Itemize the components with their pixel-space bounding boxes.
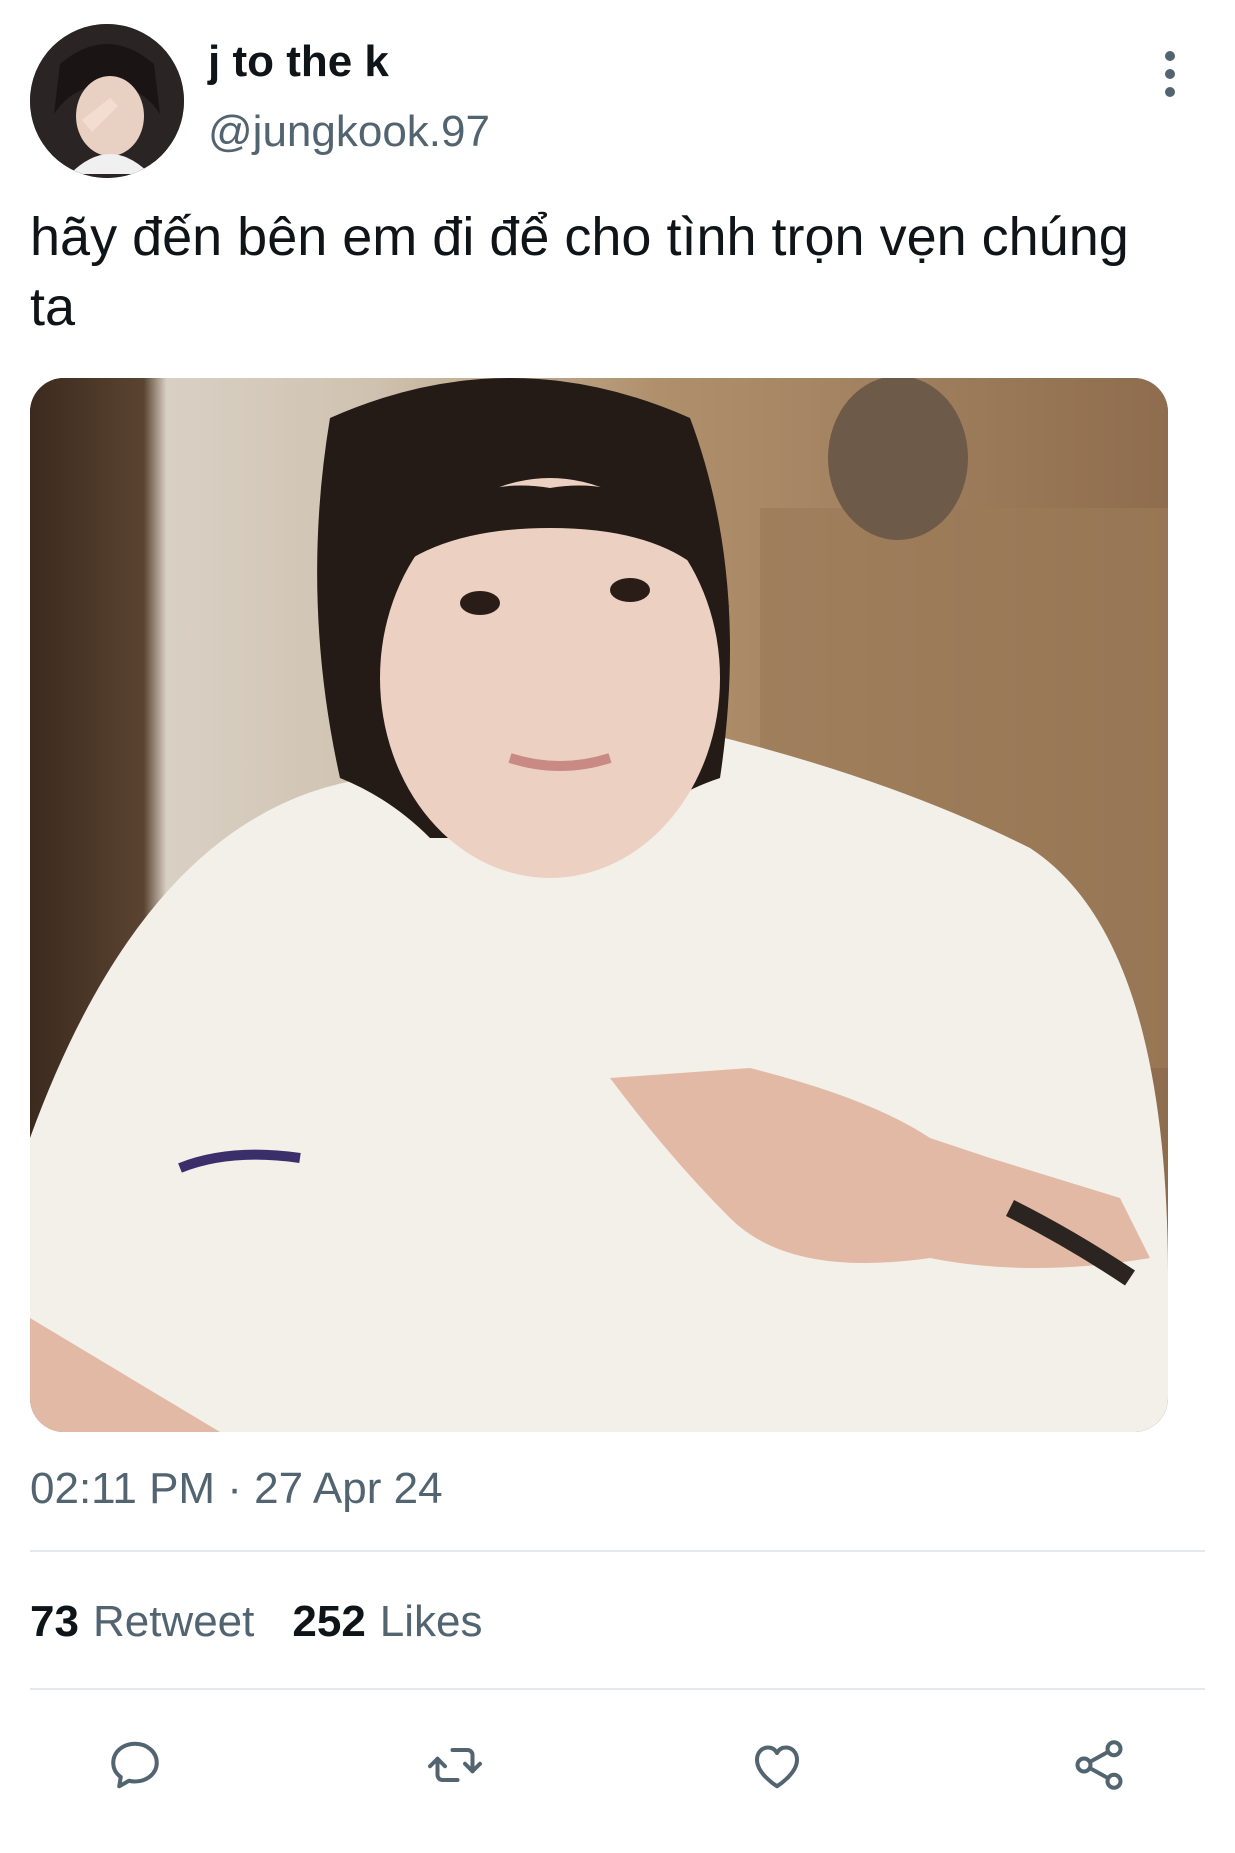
divider xyxy=(30,1688,1205,1690)
share-icon xyxy=(1075,1740,1123,1790)
avatar-image xyxy=(30,24,184,178)
more-options-button[interactable] xyxy=(1150,44,1190,104)
more-vertical-icon xyxy=(1165,51,1175,61)
divider xyxy=(30,1550,1205,1552)
retweet-count[interactable]: 73 Retweet xyxy=(30,1597,254,1647)
display-name[interactable]: j to the k xyxy=(208,34,389,90)
tweet-text: hãy đến bên em đi để cho tình trọn vẹn c… xyxy=(30,207,1129,337)
retweet-count-label: Retweet xyxy=(92,1597,255,1646)
retweet-count-number: 73 xyxy=(30,1597,79,1646)
share-button[interactable] xyxy=(1064,1730,1134,1800)
user-handle[interactable]: @jungkook.97 xyxy=(208,104,490,160)
tweet-timestamp[interactable]: 02:11 PM · 27 Apr 24 xyxy=(30,1462,443,1516)
avatar[interactable] xyxy=(30,24,184,178)
action-bar xyxy=(30,1730,1205,1800)
like-button[interactable] xyxy=(742,1730,812,1800)
retweet-button[interactable] xyxy=(420,1730,490,1800)
more-vertical-icon-dot xyxy=(1165,69,1175,79)
tweet-card: j to the k @jungkook.97 hãy đến bên em đ… xyxy=(0,0,1235,1853)
tweet-photo[interactable] xyxy=(30,378,1168,1432)
more-vertical-icon-dot xyxy=(1165,87,1175,97)
like-count[interactable]: 252 Likes xyxy=(292,1597,482,1647)
heart-icon xyxy=(755,1745,799,1789)
photo-image xyxy=(30,378,1168,1432)
reply-button[interactable] xyxy=(100,1730,170,1800)
engagement-stats: 73 Retweet 252 Likes xyxy=(30,1592,483,1652)
reply-icon xyxy=(111,1741,159,1789)
like-count-number: 252 xyxy=(292,1597,366,1646)
like-count-label: Likes xyxy=(379,1597,483,1646)
retweet-icon xyxy=(428,1748,482,1782)
